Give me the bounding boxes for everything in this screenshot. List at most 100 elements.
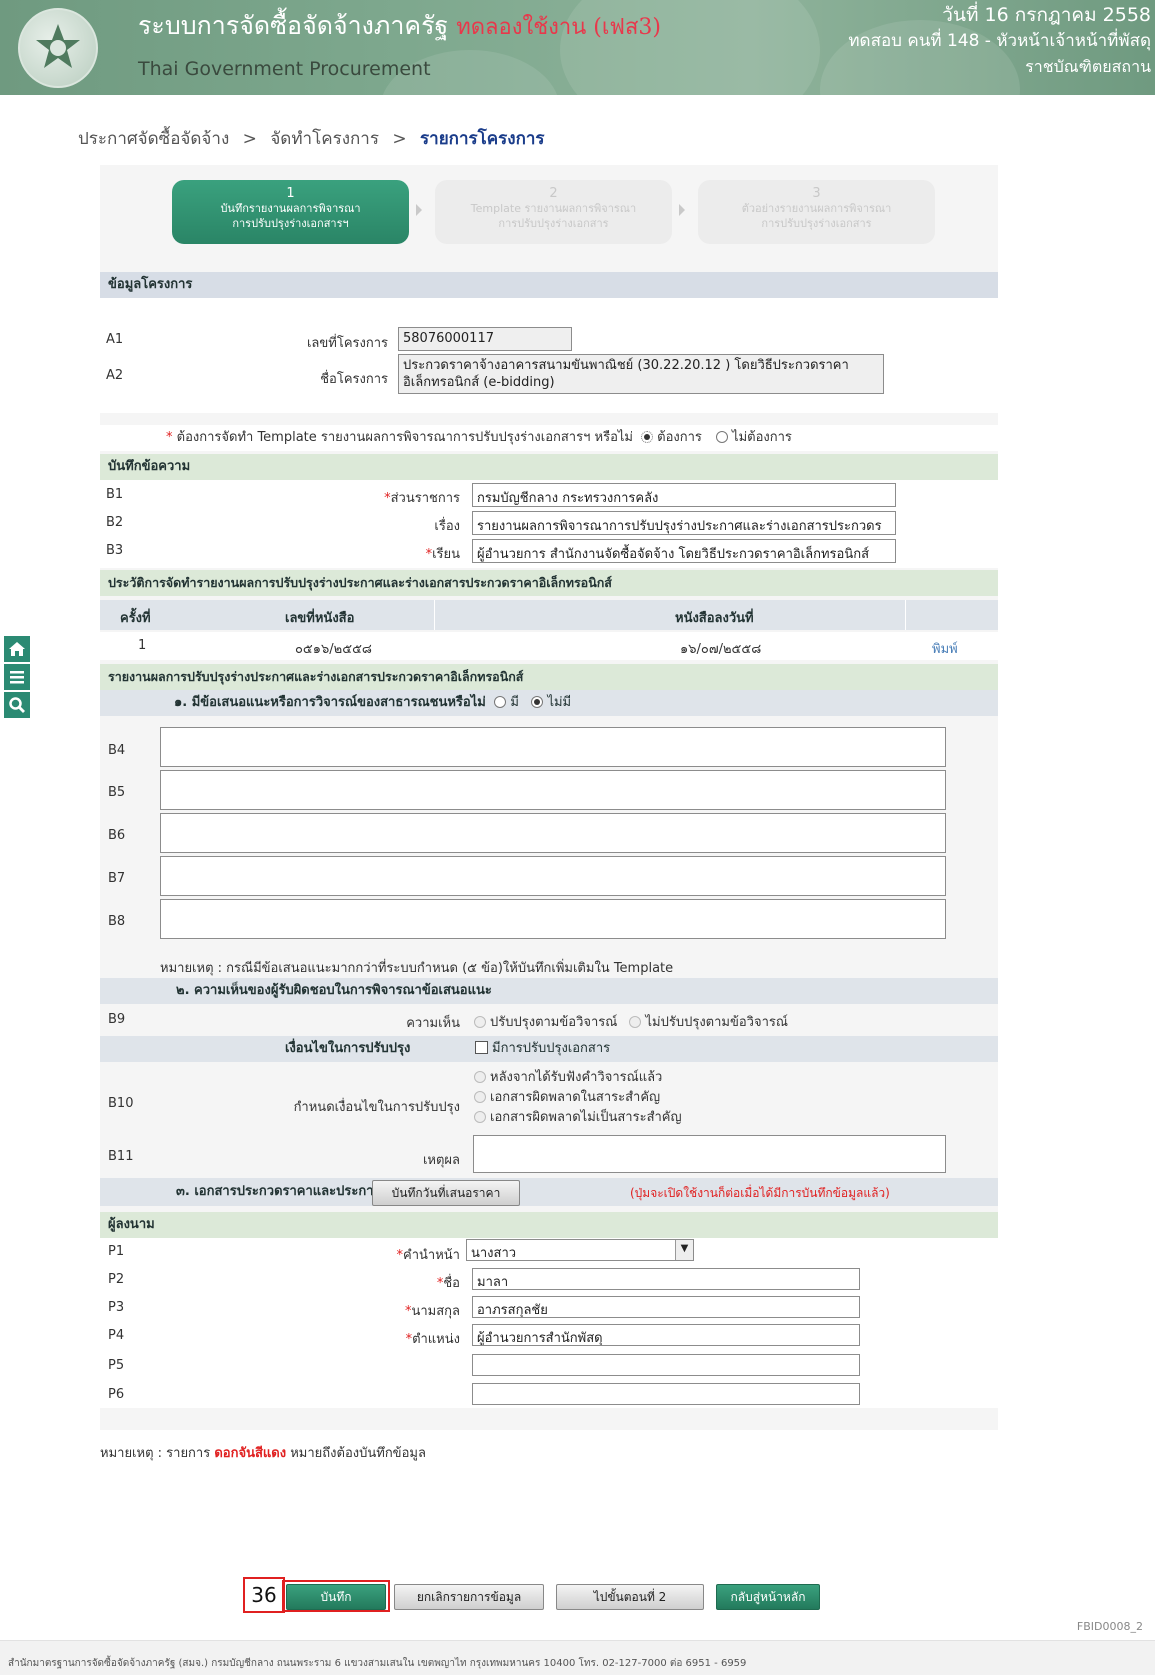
step-3: 3 ตัวอย่างรายงานผลการพิจารณา การปรับปรุง… bbox=[698, 180, 935, 244]
position-line-2-field[interactable] bbox=[472, 1354, 860, 1376]
breadcrumb-item-announcement[interactable]: ประกาศจัดซื้อจัดจ้าง bbox=[78, 129, 229, 149]
code-p1: P1 bbox=[108, 1244, 125, 1259]
page-id: FBID0008_2 bbox=[1076, 1620, 1143, 1633]
suggestion-4-textarea[interactable] bbox=[160, 856, 946, 896]
template-no-label: ไม่ต้องการ bbox=[732, 430, 792, 445]
code-b6: B6 bbox=[108, 828, 126, 843]
subject-field[interactable]: รายงานผลการพิจารณาการปรับปรุงร่างประกาศแ… bbox=[472, 511, 896, 535]
q1-yes-label: มี bbox=[510, 695, 519, 710]
label-improve-condition: กำหนดเงื่อนไขในการปรับปรุง bbox=[293, 1100, 460, 1115]
agency-field[interactable]: กรมบัญชีกลาง กระทรวงการคลัง bbox=[472, 483, 896, 507]
home-icon[interactable] bbox=[4, 636, 30, 662]
print-link[interactable]: พิมพ์ bbox=[932, 638, 958, 659]
opinion-no-improve-radio[interactable] bbox=[629, 1016, 642, 1028]
section-history: ประวัติการจัดทำรายงานผลการปรับปรุงร่างปร… bbox=[100, 570, 998, 596]
required-legend: หมายเหตุ : รายการ ดอกจันสีแดง หมายถึงต้อ… bbox=[100, 1446, 426, 1461]
save-bid-date-hint: (ปุ่มจะเปิดใช้งานก็ต่อเมื่อได้มีการบันทึ… bbox=[630, 1186, 890, 1200]
cond-minor-error-radio[interactable] bbox=[474, 1111, 486, 1123]
label-first-name: *ชื่อ bbox=[436, 1276, 460, 1291]
code-b9: B9 bbox=[108, 1012, 126, 1027]
breadcrumb-item-current: รายการโครงการ bbox=[420, 129, 545, 149]
code-b10: B10 bbox=[108, 1096, 134, 1111]
step-2: 2 Template รายงานผลการพิจารณา การปรับปรุ… bbox=[435, 180, 672, 244]
suggestion-2-textarea[interactable] bbox=[160, 770, 946, 810]
title-select[interactable]: นางสาว ▼ bbox=[466, 1239, 694, 1261]
opinion-no-improve-label: ไม่ปรับปรุงตามข้อวิจารณ์ bbox=[645, 1015, 788, 1030]
project-name-field[interactable]: ประกวดราคาจ้างอาคารสนามขันพาณิชย์ (30.22… bbox=[398, 354, 884, 394]
template-yes-label: ต้องการ bbox=[657, 430, 702, 445]
condition-row: เงื่อนไขในการปรับปรุง มีการปรับปรุงเอกสา… bbox=[100, 1036, 998, 1062]
row-doc-no: ๐๕๑๖/๒๕๕๘ bbox=[295, 642, 372, 657]
improve-document-checkbox[interactable] bbox=[475, 1041, 488, 1054]
code-b2: B2 bbox=[106, 515, 124, 530]
col-doc-no: เลขที่หนังสือ bbox=[285, 611, 355, 626]
chevron-down-icon[interactable]: ▼ bbox=[675, 1240, 693, 1260]
col-no: ครั้งที่ bbox=[120, 611, 151, 626]
q1-no-radio[interactable] bbox=[531, 696, 544, 708]
template-no-radio[interactable] bbox=[716, 431, 729, 443]
search-icon[interactable] bbox=[4, 692, 30, 718]
suggestion-limit-note: หมายเหตุ : กรณีมีข้อเสนอแนะมากกว่าที่ระบ… bbox=[160, 961, 674, 976]
suggestion-5-textarea[interactable] bbox=[160, 899, 946, 939]
next-step-button[interactable]: ไปขั้นตอนที่ 2 bbox=[556, 1584, 704, 1610]
code-p4: P4 bbox=[108, 1328, 125, 1343]
cond-after-review-radio[interactable] bbox=[474, 1071, 486, 1083]
label-subject: เรื่อง bbox=[434, 519, 460, 534]
step-1[interactable]: 1 บันทึกรายงานผลการพิจารณา การปรับปรุงร่… bbox=[172, 180, 409, 244]
row-doc-date: ๑๖/๐๗/๒๕๕๘ bbox=[680, 642, 762, 657]
first-name-field[interactable]: มาลา bbox=[472, 1268, 860, 1290]
code-b7: B7 bbox=[108, 871, 126, 886]
template-question-text: ต้องการจัดทำ Template รายงานผลการพิจารณา… bbox=[176, 430, 633, 445]
cond-minor-error-label: เอกสารผิดพลาดไม่เป็นสาระสำคัญ bbox=[490, 1110, 682, 1125]
suggestion-1-textarea[interactable] bbox=[160, 727, 946, 767]
step-arrow-icon bbox=[679, 204, 685, 216]
user-info: วันที่ 16 กรกฎาคม 2558 ทดสอบ คนที่ 148 -… bbox=[848, 2, 1151, 80]
breadcrumb: ประกาศจัดซื้อจัดจ้าง > จัดทำโครงการ > รา… bbox=[78, 125, 545, 152]
suggestion-3-textarea[interactable] bbox=[160, 813, 946, 853]
code-b11: B11 bbox=[108, 1149, 134, 1164]
breadcrumb-separator: > bbox=[242, 129, 257, 149]
question-3-row: ๓. เอกสารประกวดราคาและประกาศเชิญชวน (ปุ่… bbox=[100, 1178, 998, 1206]
breadcrumb-separator: > bbox=[392, 129, 407, 149]
template-yes-radio[interactable] bbox=[641, 431, 654, 443]
section-project-info: ข้อมูลโครงการ bbox=[100, 272, 998, 298]
opinion-improve-radio[interactable] bbox=[474, 1016, 486, 1028]
reason-textarea[interactable] bbox=[473, 1135, 946, 1173]
position-line-3-field[interactable] bbox=[472, 1383, 860, 1405]
label-agency: *ส่วนราชการ bbox=[384, 491, 460, 506]
code-a1: A1 bbox=[106, 332, 124, 347]
back-home-button[interactable]: กลับสู่หน้าหลัก bbox=[716, 1584, 820, 1610]
government-logo-icon[interactable] bbox=[18, 8, 98, 88]
label-reason: เหตุผล bbox=[422, 1153, 460, 1168]
history-table-header: ครั้งที่ เลขที่หนังสือ หนังสือลงวันที่ bbox=[100, 600, 998, 630]
template-question-row: * ต้องการจัดทำ Template รายงานผลการพิจาร… bbox=[100, 425, 998, 451]
menu-icon[interactable] bbox=[4, 664, 30, 690]
cond-material-error-radio[interactable] bbox=[474, 1091, 486, 1103]
project-no-field[interactable]: 58076000117 bbox=[398, 327, 572, 351]
side-toolbar bbox=[4, 636, 30, 720]
question-2-row: ๒. ความเห็นของผู้รับผิดชอบในการพิจารณาข้… bbox=[100, 978, 998, 1004]
question-1-row: ๑. มีข้อเสนอแนะหรือการวิจารณ์ของสาธารณชน… bbox=[100, 690, 998, 716]
code-b8: B8 bbox=[108, 914, 126, 929]
code-b1: B1 bbox=[106, 487, 124, 502]
question-1-text: ๑. มีข้อเสนอแนะหรือการวิจารณ์ของสาธารณชน… bbox=[174, 695, 486, 710]
condition-options: หลังจากได้รับฟังคำวิจารณ์แล้ว เอกสารผิดพ… bbox=[470, 1068, 682, 1128]
col-doc-date: หนังสือลงวันที่ bbox=[675, 611, 754, 626]
to-field[interactable]: ผู้อำนวยการ สำนักงานจัดซื้อจัดจ้าง โดยวิ… bbox=[472, 539, 896, 563]
user-unit: ราชบัณฑิตยสถาน bbox=[1025, 57, 1151, 76]
opinion-options: ปรับปรุงตามข้อวิจารณ์ ไม่ปรับปรุงตามข้อว… bbox=[470, 1011, 788, 1032]
system-subtitle: Thai Government Procurement bbox=[138, 58, 431, 80]
code-b3: B3 bbox=[106, 543, 124, 558]
code-p6: P6 bbox=[108, 1387, 125, 1402]
save-bid-date-button[interactable]: บันทึกวันที่เสนอราคา bbox=[372, 1180, 520, 1206]
position-field[interactable]: ผู้อำนวยการสำนักพัสดุ bbox=[472, 1324, 860, 1346]
breadcrumb-item-project[interactable]: จัดทำโครงการ bbox=[270, 129, 379, 149]
label-position: *ตำแหน่ง bbox=[405, 1332, 460, 1347]
q1-yes-radio[interactable] bbox=[494, 696, 507, 708]
cancel-button[interactable]: ยกเลิกรายการข้อมูล bbox=[394, 1584, 544, 1610]
question-2-text: ๒. ความเห็นของผู้รับผิดชอบในการพิจารณาข้… bbox=[176, 983, 492, 998]
condition-title: เงื่อนไขในการปรับปรุง bbox=[285, 1041, 411, 1056]
callout-highlight-box bbox=[282, 1580, 390, 1612]
last-name-field[interactable]: อาภรสกุลชัย bbox=[472, 1296, 860, 1318]
cond-after-review-label: หลังจากได้รับฟังคำวิจารณ์แล้ว bbox=[490, 1070, 663, 1085]
